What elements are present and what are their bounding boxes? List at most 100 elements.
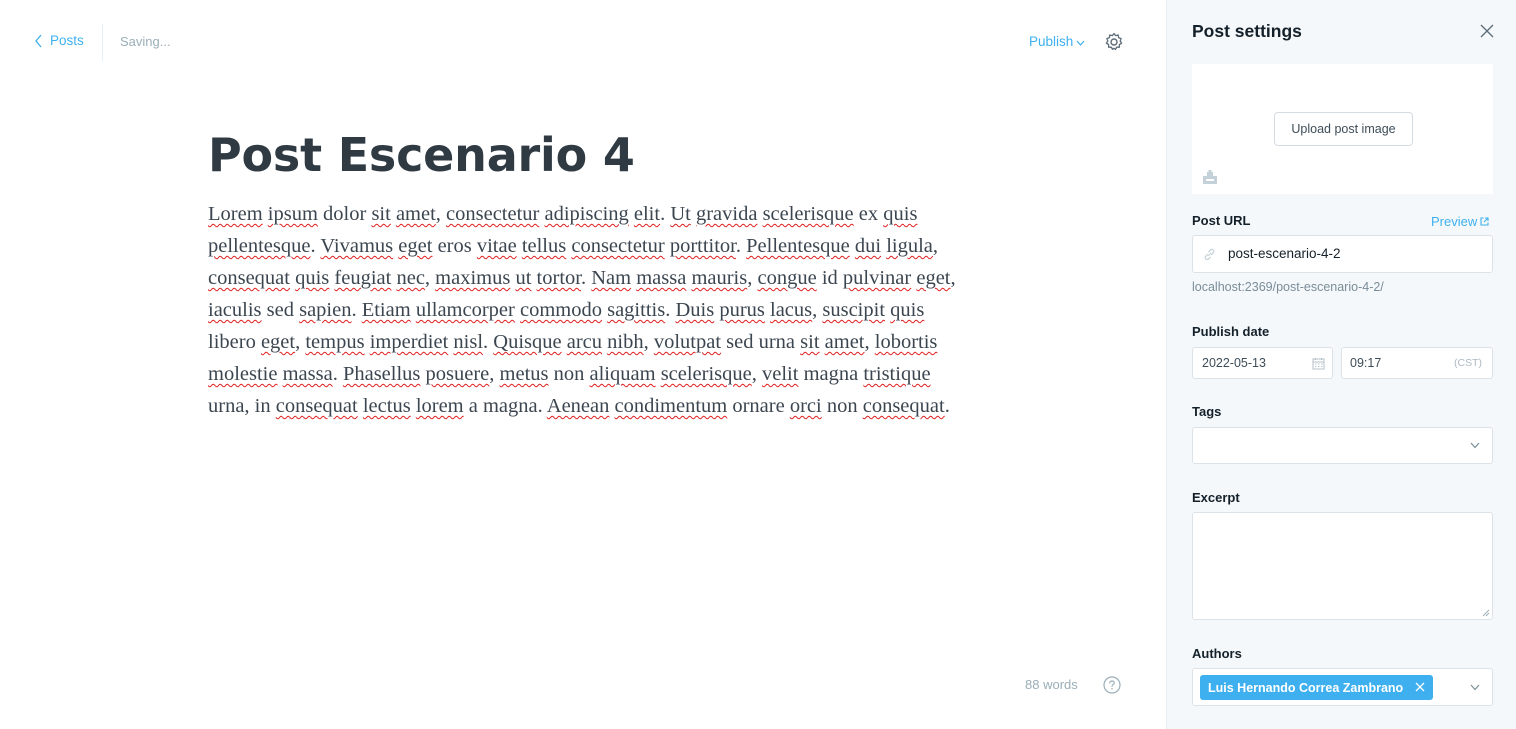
editor-header: Posts Saving... Publish	[0, 0, 1166, 84]
publish-time-input[interactable]: 09:17 (CST)	[1341, 347, 1493, 379]
post-url-label: Post URL	[1192, 213, 1251, 228]
body-text: .	[660, 203, 671, 225]
publish-date-label: Publish date	[1192, 324, 1270, 339]
settings-title: Post settings	[1192, 21, 1302, 41]
word-count: 88 words	[1025, 677, 1078, 692]
body-text: .	[580, 267, 592, 289]
misspelled-word: ut	[515, 267, 532, 289]
misspelled-word: suscipit	[822, 299, 886, 321]
body-text: ,	[489, 363, 500, 385]
misspelled-word: Duis	[675, 299, 715, 321]
misspelled-word: mauris	[691, 267, 748, 289]
tags-label: Tags	[1192, 404, 1222, 419]
publish-date-input[interactable]: 2022-05-13	[1192, 347, 1333, 379]
misspelled-word: molestie	[208, 363, 278, 385]
misspelled-word: nibh	[607, 331, 644, 353]
misspelled-word: Quisque	[493, 331, 562, 353]
misspelled-word: massa	[636, 267, 687, 289]
body-text: non	[821, 395, 863, 417]
misspelled-word: maximus	[435, 267, 511, 289]
misspelled-word: Ut	[670, 203, 691, 225]
misspelled-word: massa	[282, 363, 333, 385]
resize-grip-icon[interactable]	[1482, 609, 1490, 617]
excerpt-textarea[interactable]	[1192, 512, 1493, 620]
editor-pane: Posts Saving... Publish Post Escenario 4…	[0, 0, 1166, 729]
preview-link[interactable]: Preview	[1431, 214, 1489, 229]
misspelled-word: sit	[800, 331, 820, 353]
misspelled-word: scelerisque	[660, 363, 752, 385]
misspelled-word: tristique	[863, 363, 931, 385]
misspelled-word: eget	[398, 235, 433, 257]
misspelled-word: consectetur	[571, 235, 665, 257]
close-icon[interactable]	[1480, 24, 1494, 38]
body-text: ,	[643, 331, 654, 353]
preview-label: Preview	[1431, 214, 1478, 229]
save-status: Saving...	[120, 34, 171, 49]
misspelled-word: congue	[757, 267, 817, 289]
misspelled-word: Nam	[591, 267, 632, 289]
calendar-icon[interactable]	[1312, 357, 1325, 370]
misspelled-word: quis	[890, 299, 925, 321]
body-text: ,	[424, 267, 436, 289]
authors-select[interactable]: Luis Hernando Correa Zambrano	[1192, 668, 1493, 706]
misspelled-word: lacus	[770, 299, 813, 321]
misspelled-word: lobortis	[874, 331, 938, 353]
chevron-left-icon	[35, 34, 42, 47]
misspelled-word: eget	[260, 331, 296, 353]
remove-icon[interactable]	[1415, 682, 1425, 692]
misspelled-word: quis	[883, 203, 918, 225]
body-text: id	[816, 267, 843, 289]
misspelled-word: arcu	[566, 331, 602, 353]
misspelled-word: elit	[633, 203, 661, 225]
help-icon[interactable]	[1103, 676, 1121, 694]
timezone-label: (CST)	[1454, 357, 1482, 369]
misspelled-word: pellentesque	[208, 235, 311, 257]
chevron-down-icon	[1470, 684, 1480, 691]
chevron-down-icon	[1076, 40, 1085, 46]
misspelled-word: lorem	[415, 395, 464, 417]
publish-date-value: 2022-05-13	[1202, 356, 1266, 370]
misspelled-word: gravida	[695, 203, 758, 225]
misspelled-word: Vivamus	[320, 235, 394, 257]
upload-post-image-button[interactable]: Upload post image	[1274, 112, 1413, 146]
misspelled-word: tortor	[536, 267, 581, 289]
misspelled-word: feugiat	[334, 267, 392, 289]
misspelled-word: sagittis	[607, 299, 666, 321]
post-settings-panel: Post settings Upload post image Post URL…	[1166, 0, 1516, 729]
excerpt-label: Excerpt	[1192, 490, 1240, 505]
link-icon	[1204, 248, 1215, 261]
body-text: ,	[950, 267, 956, 289]
misspelled-word: lectus	[362, 395, 411, 417]
author-name: Luis Hernando Correa Zambrano	[1208, 680, 1404, 695]
misspelled-word: nec	[396, 267, 425, 289]
authors-label: Authors	[1192, 646, 1242, 661]
body-text: ,	[864, 331, 875, 353]
body-text: .	[351, 299, 362, 321]
misspelled-word: quis	[295, 267, 330, 289]
publish-menu-button[interactable]: Publish	[1029, 34, 1085, 49]
back-label: Posts	[50, 33, 84, 48]
post-image-dropzone[interactable]: Upload post image	[1192, 64, 1493, 194]
post-body-editor[interactable]: Lorem ipsum dolor sit amet, consectetur …	[208, 198, 968, 422]
back-to-posts-link[interactable]: Posts	[34, 33, 84, 48]
misspelled-word: consequat	[208, 267, 290, 289]
tags-select[interactable]	[1192, 427, 1493, 464]
misspelled-word: aliquam	[589, 363, 656, 385]
external-link-icon	[1480, 217, 1489, 226]
body-text: .	[735, 235, 747, 257]
body-text: .	[944, 395, 950, 417]
misspelled-word: scelerisque	[762, 203, 854, 225]
post-url-input[interactable]: post-escenario-4-2	[1192, 235, 1493, 273]
body-text: ,	[435, 203, 447, 225]
body-text: ,	[932, 235, 939, 257]
misspelled-word: adipiscing	[544, 203, 629, 225]
misspelled-word: metus	[499, 363, 549, 385]
misspelled-word: posuere	[425, 363, 490, 385]
body-text: ornare	[727, 395, 790, 417]
image-icon	[1203, 170, 1217, 184]
misspelled-word: velit	[762, 363, 799, 385]
gear-icon[interactable]	[1104, 32, 1124, 52]
post-title[interactable]: Post Escenario 4	[208, 128, 635, 182]
publish-label: Publish	[1029, 34, 1074, 49]
misspelled-word: volutpat	[653, 331, 722, 353]
